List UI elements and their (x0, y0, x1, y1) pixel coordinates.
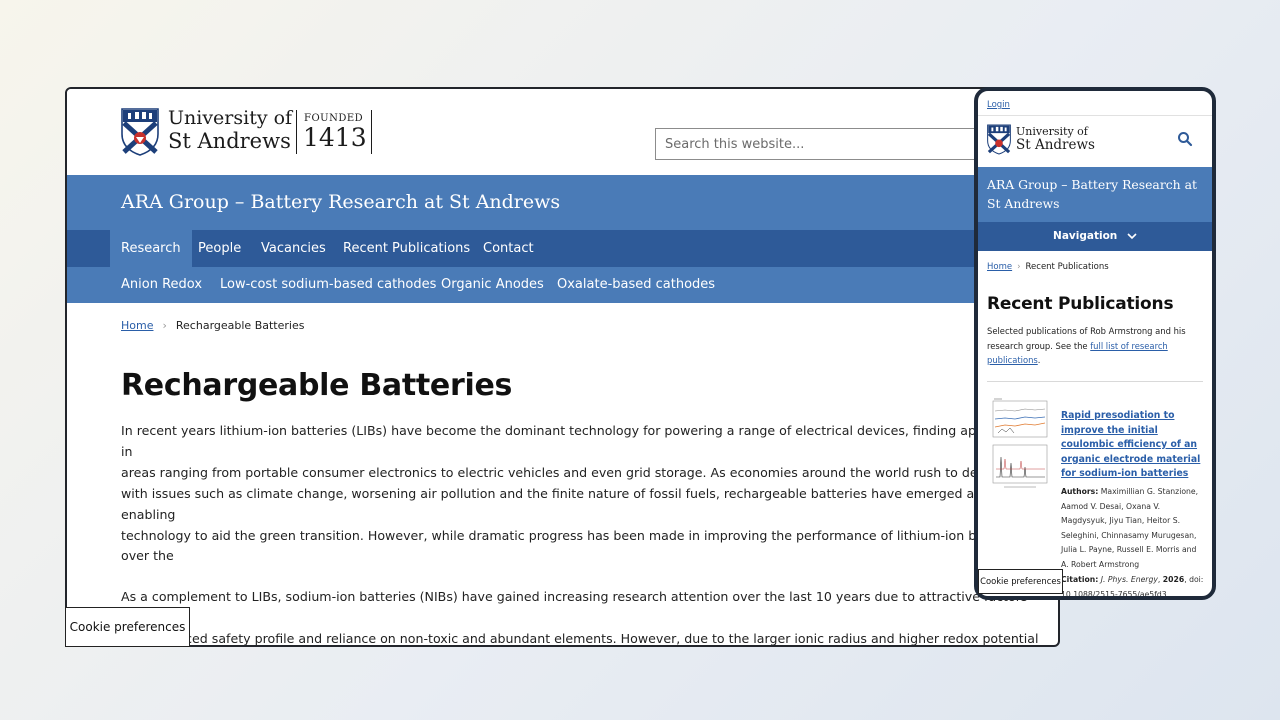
site-title[interactable]: ARA Group – Battery Research at St Andre… (121, 188, 560, 216)
founded-year: 1413 (303, 123, 367, 152)
nav-item-recent-publications[interactable]: Recent Publications (343, 230, 470, 267)
search-input[interactable] (655, 128, 985, 160)
intro-end: . (1037, 355, 1041, 365)
cookie-preferences-button[interactable]: Cookie preferences (65, 607, 190, 647)
chevron-down-icon (1127, 232, 1137, 239)
body-paragraph-2: As a complement to LIBs, sodium-ion batt… (121, 589, 1039, 646)
logo-divider (296, 110, 297, 154)
nav-item-contact[interactable]: Contact (483, 230, 534, 267)
subnav-item-oxalate-cathodes[interactable]: Oxalate-based cathodes (557, 267, 715, 303)
university-crest-logo[interactable] (987, 124, 1011, 155)
breadcrumb-current: Rechargeable Batteries (175, 319, 305, 332)
page-title: Recent Publications (987, 294, 1174, 314)
subnav-item-anion-redox[interactable]: Anion Redox (121, 267, 202, 303)
navigation-toggle-label: Navigation (1053, 230, 1118, 242)
site-title[interactable]: ARA Group – Battery Research at St Andre… (987, 175, 1202, 213)
publication-title-link[interactable]: Rapid presodiation to improve the initia… (1061, 409, 1201, 482)
nav-item-vacancies[interactable]: Vacancies (261, 230, 326, 267)
logo-line-2: St Andrews (1016, 137, 1095, 153)
chevron-right-icon: › (1017, 262, 1021, 272)
cookie-preferences-button-mobile[interactable]: Cookie preferences (978, 569, 1063, 594)
site-header: University of St Andrews FOUNDED 1413 (67, 89, 1058, 175)
search-icon[interactable] (1175, 129, 1195, 149)
subnav-item-organic-anodes[interactable]: Organic Anodes (441, 267, 544, 303)
citation-journal: J. Phys. Energy (1100, 575, 1158, 584)
publication-citation: Citation: J. Phys. Energy, 2026, doi: 10… (1061, 575, 1204, 599)
subnav-item-sodium-cathodes[interactable]: Low-cost sodium-based cathodes (220, 267, 436, 303)
citation-label: Citation: (1061, 575, 1099, 584)
site-title-banner: ARA Group – Battery Research at St Andre… (978, 167, 1212, 222)
citation-year: 2026 (1162, 575, 1185, 584)
main-nav: Research People Vacancies Recent Publica… (67, 230, 1058, 267)
intro-paragraph: Selected publications of Rob Armstrong a… (987, 324, 1202, 368)
chevron-right-icon: › (162, 319, 167, 332)
mobile-header: University of St Andrews (978, 115, 1212, 168)
breadcrumb-current: Recent Publications (1025, 262, 1109, 272)
authors-label: Authors: (1061, 487, 1099, 496)
breadcrumb-home-link[interactable]: Home (121, 319, 153, 332)
logo-line-1: University of (168, 107, 293, 129)
sub-nav: Anion Redox Low-cost sodium-based cathod… (67, 267, 1058, 303)
mobile-window: Login University of St Andrews ARA Group… (974, 87, 1216, 600)
breadcrumb-home-link[interactable]: Home (987, 262, 1012, 272)
nav-item-research[interactable]: Research (110, 230, 192, 267)
nav-item-people[interactable]: People (198, 230, 241, 267)
login-link[interactable]: Login (987, 100, 1010, 110)
breadcrumb: Home › Recent Publications (987, 262, 1109, 272)
university-crest-logo[interactable] (121, 108, 159, 156)
publication-figure-thumbnail[interactable] (990, 397, 1050, 492)
page-title: Rechargeable Batteries (121, 368, 513, 403)
authors-list: Maximillian G. Stanzione, Aamod V. Desai… (1061, 487, 1199, 569)
navigation-toggle-button[interactable]: Navigation (978, 222, 1212, 251)
publication-authors: Authors: Maximillian G. Stanzione, Aamod… (1061, 485, 1205, 572)
body-paragraph-1: In recent years lithium-ion batteries (L… (121, 423, 1039, 564)
breadcrumb: Home › Rechargeable Batteries (121, 319, 304, 332)
logo-divider-end (371, 110, 372, 154)
desktop-window: University of St Andrews FOUNDED 1413 AR… (65, 87, 1060, 647)
site-title-banner: ARA Group – Battery Research at St Andre… (67, 175, 1058, 230)
logo-line-2: St Andrews (168, 129, 291, 153)
divider (987, 381, 1203, 382)
